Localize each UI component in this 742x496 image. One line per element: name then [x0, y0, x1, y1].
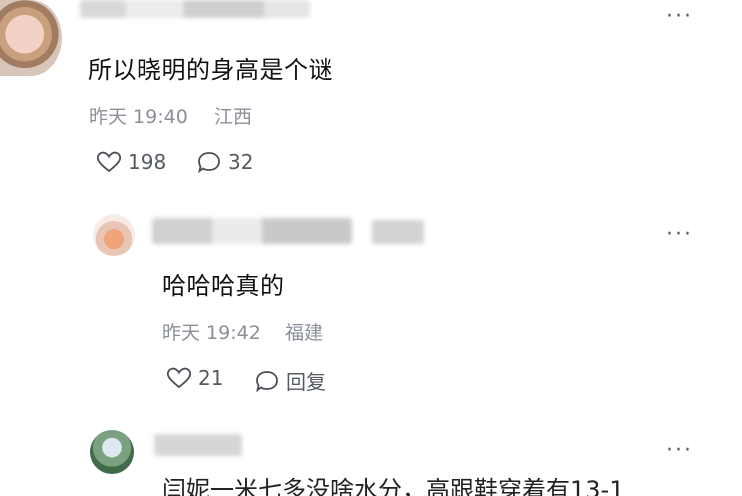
- comment-text: 所以晓明的身高是个谜: [88, 56, 333, 84]
- more-options-icon[interactable]: ···: [666, 6, 693, 28]
- like-count: 21: [198, 366, 224, 390]
- heart-icon: [166, 366, 192, 390]
- heart-icon: [96, 150, 122, 174]
- like-count: 198: [128, 150, 167, 174]
- comment-bubble-icon: [196, 150, 222, 174]
- comment-bubble-icon: [254, 369, 280, 393]
- comment-location: 福建: [285, 322, 324, 344]
- reply-count: 32: [228, 150, 254, 174]
- reply-label: 回复: [286, 370, 326, 394]
- comment-text: 闫妮一米七多没啥水分，高跟鞋穿着有13-1: [162, 476, 625, 496]
- more-options-icon[interactable]: ···: [666, 224, 693, 246]
- avatar[interactable]: [90, 430, 134, 474]
- reply-button[interactable]: 32: [196, 150, 253, 174]
- comment-thread: ··· 所以晓明的身高是个谜 昨天 19:40 江西 198 32 ··· 哈哈…: [0, 0, 742, 496]
- blurred-username: [372, 220, 424, 244]
- comment-location: 江西: [214, 106, 253, 128]
- comment-time: 昨天 19:40: [89, 106, 188, 128]
- blurred-username: [152, 218, 352, 244]
- like-button[interactable]: 21: [166, 366, 223, 390]
- like-button[interactable]: 198: [96, 150, 166, 174]
- comment-text-clipped: 闫妮一米七多没啥水分，高跟鞋穿着有13-1: [162, 476, 702, 496]
- comment-text: 哈哈哈真的: [162, 272, 285, 300]
- avatar[interactable]: [93, 214, 135, 256]
- more-options-icon[interactable]: ···: [666, 440, 693, 462]
- blurred-username: [154, 434, 242, 456]
- blurred-username: [80, 0, 310, 18]
- avatar[interactable]: [0, 0, 62, 76]
- reply-button[interactable]: 回复: [254, 366, 326, 395]
- comment-time: 昨天 19:42: [162, 322, 261, 344]
